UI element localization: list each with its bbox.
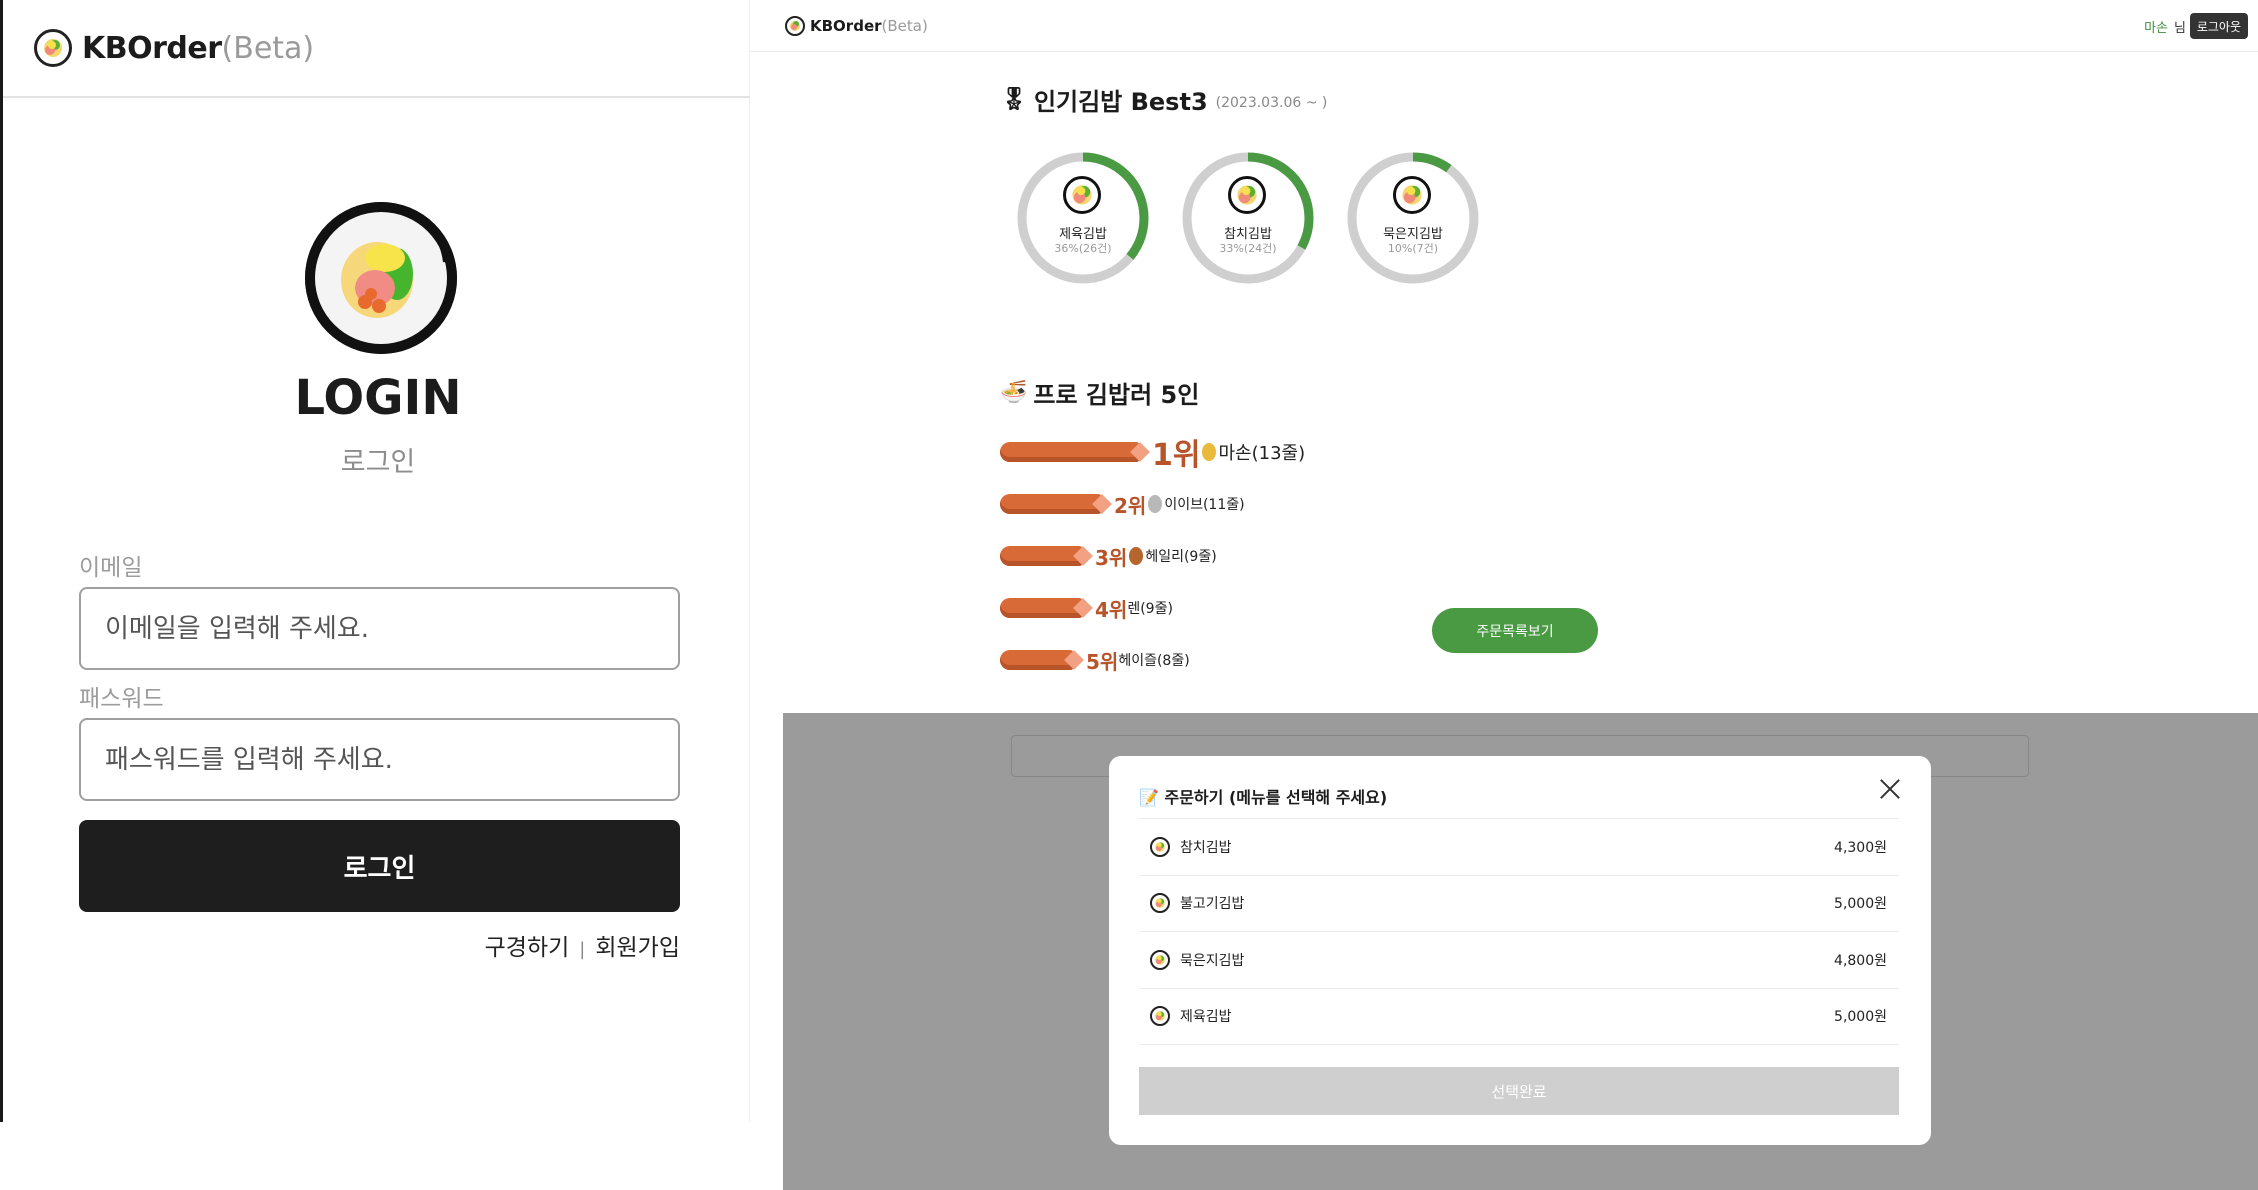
dashboard-page: KBOrder (Beta) 마손 님 로그아웃 🎖 인기김밥 Best3 (2… [750,0,2258,713]
menu-item-price: 4,300원 [1834,839,1887,856]
popular-since: (2023.03.06 ~ ) [1215,94,1328,111]
brand-beta: (Beta) [221,30,315,66]
noodle-bowl-icon: 🍜 [1000,380,1028,405]
email-field[interactable] [79,587,680,670]
popular-item-stat: 10%(7건) [1387,242,1439,255]
bronze-medal-icon [1129,547,1144,565]
menu-item-name: 묵은지김밥 [1180,952,1245,969]
menu-item-price: 4,800원 [1834,952,1887,969]
ranking-row: 2위 이이브(11줄) [1000,489,1245,519]
rank-bar [1000,650,1074,670]
kimbap-icon [1228,176,1266,214]
menu-item-name: 참치김밥 [1180,839,1232,856]
password-label: 패스워드 [79,686,164,712]
email-label: 이메일 [79,555,143,581]
kimbap-logo-icon [34,29,72,67]
menu-item[interactable]: 묵은지김밥 4,800원 [1139,931,1899,987]
popular-item-stat: 36%(26건) [1054,242,1112,255]
rank-bar [1000,546,1083,566]
brand-beta: (Beta) [881,16,928,35]
rank-label: 4위 [1095,597,1128,622]
login-button[interactable]: 로그인 [79,820,680,912]
rank-person: 마손(13줄) [1218,443,1306,464]
login-header: KBOrder (Beta) [3,0,750,98]
brand-name[interactable]: KBOrder [82,31,222,66]
rank-label: 1위 [1152,438,1201,473]
rank-person: 렌(9줄) [1127,601,1173,617]
user-suffix: 님 [2174,21,2186,36]
kimbap-icon [1393,176,1431,214]
popular-item: 묵은지김밥 10%(7건) [1346,151,1480,285]
ranking-row: 3위 헤일리(9줄) [1000,541,1217,571]
rank-person: 이이브(11줄) [1164,497,1245,513]
menu-divider [1139,1044,1899,1045]
login-subtitle: 로그인 [340,447,416,478]
rank-bar [1000,494,1102,514]
order-modal-title: 📝 주문하기 (메뉴를 선택해 주세요) [1139,788,1388,807]
ranking-row: 1위 마손(13줄) [1000,437,1306,473]
password-field[interactable] [79,718,680,801]
kimbap-icon [1150,949,1170,970]
menu-item-price: 5,000원 [1834,896,1887,912]
kimbap-icon [1150,836,1170,857]
kimbap-icon [1150,893,1170,913]
brand-name[interactable]: KBOrder [810,17,882,35]
rank-person: 헤일리(9줄) [1145,549,1217,565]
dashboard-topbar: KBOrder (Beta) 마손 님 로그아웃 [750,0,2258,52]
popular-title: 인기김밥 Best3 [1033,88,1208,116]
menu-item[interactable]: 불고기김밥 5,000원 [1139,874,1899,931]
medal-icon: 🎖 [1000,87,1028,112]
menu-item-price: 5,000원 [1834,1009,1887,1025]
popular-item-stat: 33%(24건) [1219,242,1277,255]
signup-link[interactable]: 회원가입 [595,935,680,961]
kimbap-icon [1150,1006,1170,1026]
kimbap-logo-icon [785,15,805,36]
menu-item[interactable]: 제육김밥 5,000원 [1139,987,1899,1044]
rank-bar [1000,442,1140,462]
kimbap-icon [1063,176,1101,214]
menu-item-name: 제육김밥 [1180,1009,1232,1025]
page-gap [750,713,783,1190]
rank-label: 3위 [1095,545,1128,570]
popular-item: 제육김밥 36%(26건) [1016,151,1150,285]
silver-medal-icon [1148,495,1163,513]
close-icon[interactable] [1879,778,1901,800]
login-title: LOGIN [294,370,462,426]
browse-link[interactable]: 구경하기 [485,935,570,961]
select-complete-button[interactable]: 선택완료 [1139,1067,1899,1115]
logout-button[interactable]: 로그아웃 [2189,13,2248,39]
rank-label: 2위 [1114,493,1147,518]
ranking-title: 프로 김밥러 5인 [1033,381,1200,409]
ranking-row: 5위 헤이즐(8줄) [1000,645,1190,675]
popular-item: 참치김밥 33%(24건) [1181,151,1315,285]
order-modal: 📝 주문하기 (메뉴를 선택해 주세요) 참치김밥 4,300원불고기김밥 5,00… [1109,756,1931,1145]
user-name: 마손 [2144,21,2168,36]
login-links: 구경하기 | 회원가입 [403,928,680,962]
rank-person: 헤이즐(8줄) [1118,653,1190,669]
login-page: KBOrder (Beta) LOGIN 로그인 이메일 패스워드 로그인 구경… [0,0,750,1122]
menu-item-name: 불고기김밥 [1180,896,1245,912]
kimbap-logo-large-icon [305,202,457,354]
order-list-button[interactable]: 주문목록보기 [1432,608,1598,653]
menu-item[interactable]: 참치김밥 4,300원 [1139,818,1899,874]
popular-section-title: 🎖 인기김밥 Best3 (2023.03.06 ~ ) [1000,82,1327,117]
rank-bar [1000,598,1083,618]
rank-label: 5위 [1086,649,1119,674]
gold-medal-icon [1202,443,1217,461]
ranking-section-title: 🍜 프로 김밥러 5인 [1000,375,1199,410]
ranking-row: 4위 렌(9줄) [1000,593,1173,623]
link-separator: | [579,939,586,960]
